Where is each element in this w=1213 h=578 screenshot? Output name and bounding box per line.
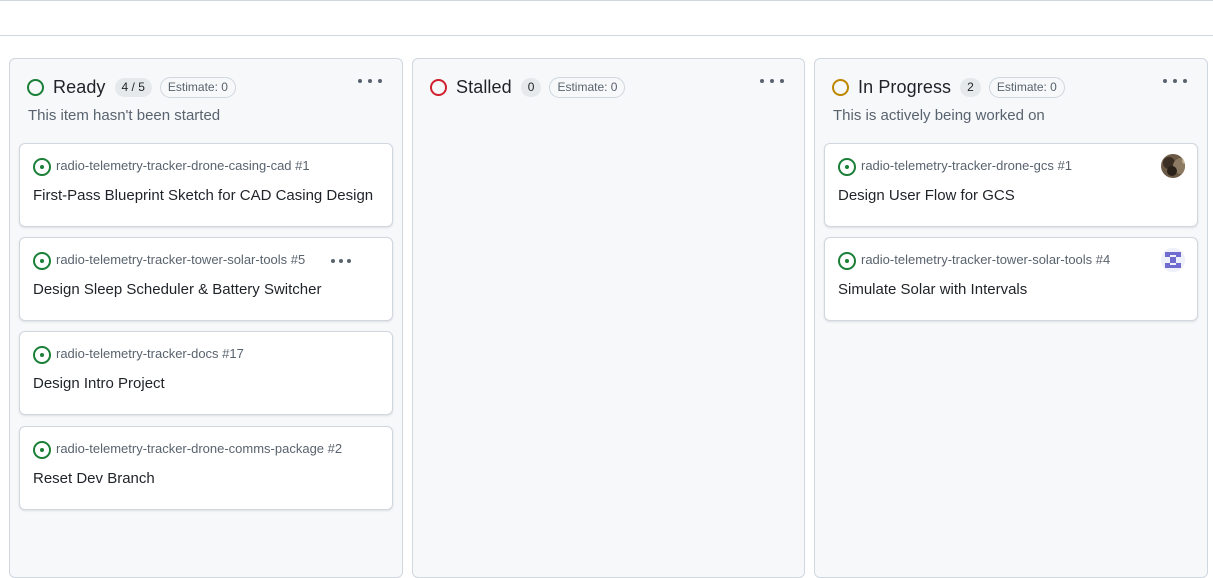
column-title: Stalled [456, 76, 512, 97]
issue-card[interactable]: radio-telemetry-tracker-tower-solar-tool… [19, 237, 393, 321]
column-menu-button[interactable] [760, 73, 784, 89]
top-bar [0, 0, 1213, 36]
assignee-avatar[interactable] [1161, 154, 1185, 178]
card-title[interactable]: First-Pass Blueprint Sketch for CAD Casi… [33, 186, 382, 206]
card-title[interactable]: Design Sleep Scheduler & Battery Switche… [33, 280, 382, 300]
column-description: This item hasn't been started [28, 107, 221, 124]
column-ready: Ready 4 / 5 Estimate: 0 This item hasn't… [9, 58, 403, 578]
status-circle-icon [27, 78, 44, 96]
card-repo-ref[interactable]: radio-telemetry-tracker-drone-comms-pack… [56, 441, 344, 457]
card-title[interactable]: Design User Flow for GCS [838, 186, 1187, 206]
identicon-icon [1161, 248, 1185, 272]
project-board: Ready 4 / 5 Estimate: 0 This item hasn't… [0, 36, 1213, 578]
issue-open-icon [33, 441, 51, 459]
card-title[interactable]: Reset Dev Branch [33, 469, 382, 489]
issue-card[interactable]: radio-telemetry-tracker-tower-solar-tool… [824, 237, 1198, 321]
column-title: Ready [53, 76, 106, 97]
item-count-badge: 4 / 5 [114, 77, 152, 97]
issue-card[interactable]: radio-telemetry-tracker-drone-comms-pack… [19, 426, 393, 510]
card-repo-ref[interactable]: radio-telemetry-tracker-docs #17 [56, 346, 342, 362]
status-circle-icon [430, 78, 447, 96]
issue-open-icon [838, 158, 856, 176]
column-header: Stalled 0 Estimate: 0 [430, 75, 788, 99]
column-header: Ready 4 / 5 Estimate: 0 [27, 75, 386, 99]
column-menu-button[interactable] [358, 73, 382, 89]
item-count-badge: 0 [520, 77, 542, 97]
estimate-badge: Estimate: 0 [159, 76, 236, 98]
avatar-photo-icon [1161, 154, 1185, 178]
issue-open-icon [838, 252, 856, 270]
column-menu-button[interactable] [1163, 73, 1187, 89]
issue-card[interactable]: radio-telemetry-tracker-drone-gcs #1 Des… [824, 143, 1198, 227]
column-header: In Progress 2 Estimate: 0 [832, 75, 1191, 99]
estimate-badge: Estimate: 0 [549, 76, 626, 98]
card-repo-ref[interactable]: radio-telemetry-tracker-tower-solar-tool… [861, 252, 1147, 268]
column-description: This is actively being worked on [833, 107, 1045, 124]
issue-open-icon [33, 346, 51, 364]
card-repo-ref[interactable]: radio-telemetry-tracker-tower-solar-tool… [56, 252, 332, 268]
card-repo-ref[interactable]: radio-telemetry-tracker-drone-casing-cad… [56, 158, 342, 174]
column-title: In Progress [858, 76, 952, 97]
issue-card[interactable]: radio-telemetry-tracker-docs #17 Design … [19, 331, 393, 415]
item-count-badge: 2 [960, 77, 981, 97]
column-stalled: Stalled 0 Estimate: 0 [412, 58, 805, 578]
issue-open-icon [33, 252, 51, 270]
card-title[interactable]: Design Intro Project [33, 374, 382, 394]
issue-card[interactable]: radio-telemetry-tracker-drone-casing-cad… [19, 143, 393, 227]
card-repo-ref[interactable]: radio-telemetry-tracker-drone-gcs #1 [861, 158, 1147, 174]
assignee-avatar[interactable] [1161, 248, 1185, 272]
estimate-badge: Estimate: 0 [988, 76, 1065, 98]
card-menu-button[interactable] [331, 258, 351, 264]
status-circle-icon [832, 78, 849, 96]
issue-open-icon [33, 158, 51, 176]
card-title[interactable]: Simulate Solar with Intervals [838, 280, 1187, 300]
column-in-progress: In Progress 2 Estimate: 0 This is active… [814, 58, 1208, 578]
